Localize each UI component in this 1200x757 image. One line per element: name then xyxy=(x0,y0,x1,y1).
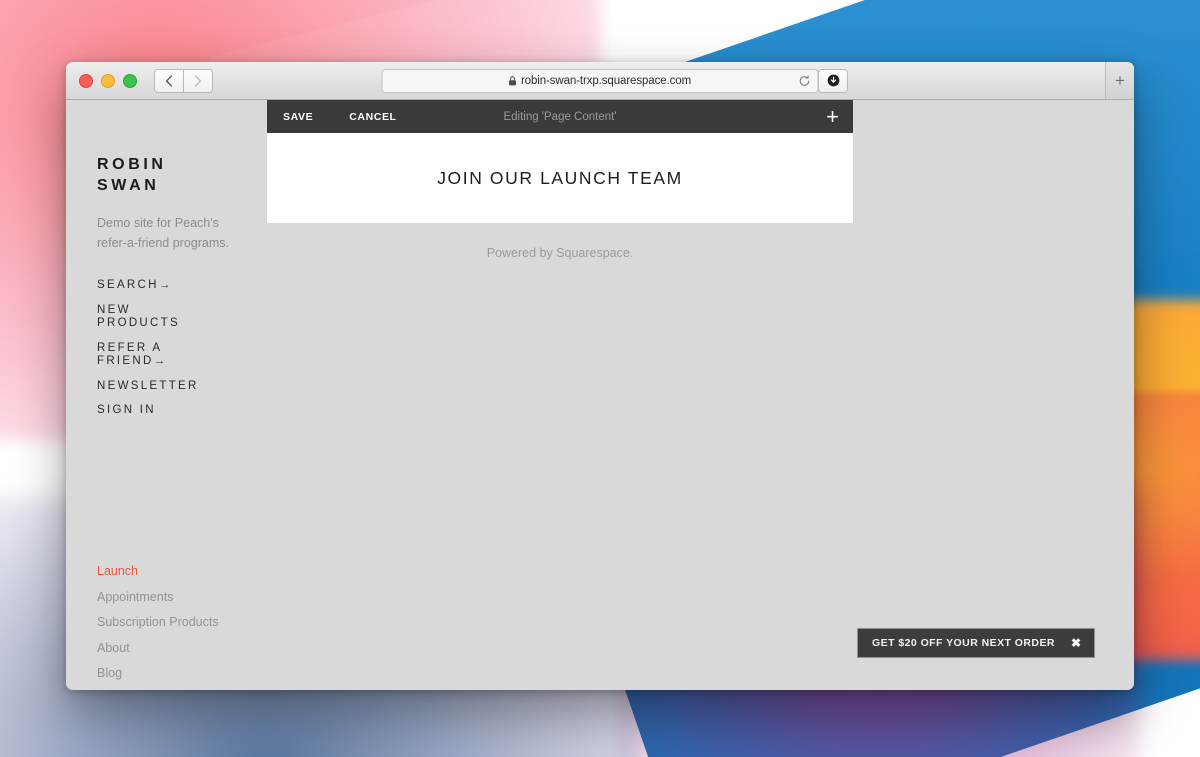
site-navigation: SEARCH→ NEW PRODUCTS REFER A FRIEND→ NEW… xyxy=(97,279,267,418)
address-bar[interactable]: robin-swan-trxp.squarespace.com xyxy=(381,68,819,93)
close-window-button[interactable] xyxy=(79,73,93,88)
nav-item-label: SEARCH xyxy=(97,278,159,291)
nav-item-label: SIGN IN xyxy=(97,404,156,417)
download-icon xyxy=(827,74,839,87)
chevron-left-icon xyxy=(165,74,173,87)
promo-bar[interactable]: GET $20 OFF YOUR NEXT ORDER ✖ xyxy=(857,628,1095,658)
new-tab-button[interactable]: + xyxy=(1105,62,1134,99)
browser-window: robin-swan-trxp.squarespace.com + ROBIN … xyxy=(66,62,1134,690)
promo-text: GET $20 OFF YOUR NEXT ORDER xyxy=(872,637,1055,649)
page-item-blog[interactable]: Blog xyxy=(97,666,219,681)
lock-icon xyxy=(509,75,517,86)
page-item-launch[interactable]: Launch xyxy=(97,564,219,579)
site-title[interactable]: ROBIN SWAN xyxy=(97,154,267,196)
powered-by-label: Powered by Squarespace. xyxy=(486,246,634,260)
add-block-button[interactable]: + xyxy=(826,105,839,128)
site-tagline: Demo site for Peach's refer-a-friend pro… xyxy=(97,216,229,250)
page-content-card[interactable]: JOIN OUR LAUNCH TEAM xyxy=(267,133,853,223)
desktop-wallpaper: robin-swan-trxp.squarespace.com + ROBIN … xyxy=(0,0,1200,757)
address-bar-url: robin-swan-trxp.squarespace.com xyxy=(520,74,692,87)
page-heading: JOIN OUR LAUNCH TEAM xyxy=(437,167,683,188)
site-title-line-2: SWAN xyxy=(97,177,160,195)
site-title-line-1: ROBIN xyxy=(97,156,167,173)
navigation-buttons xyxy=(154,68,213,93)
window-controls xyxy=(79,73,137,88)
nav-item-new-products[interactable]: NEW PRODUCTS xyxy=(97,304,217,331)
reload-icon[interactable] xyxy=(799,74,811,87)
browser-toolbar: robin-swan-trxp.squarespace.com + xyxy=(66,62,1134,100)
forward-button[interactable] xyxy=(184,68,213,93)
nav-item-newsletter[interactable]: NEWSLETTER xyxy=(97,380,217,394)
cancel-button[interactable]: CANCEL xyxy=(349,111,396,123)
back-button[interactable] xyxy=(154,68,184,93)
close-icon[interactable]: ✖ xyxy=(1071,637,1081,649)
save-button[interactable]: SAVE xyxy=(283,111,313,123)
page-item-appointments[interactable]: Appointments xyxy=(97,590,219,605)
site-sidebar: ROBIN SWAN Demo site for Peach's refer-a… xyxy=(66,100,267,690)
page-item-about[interactable]: About xyxy=(97,641,219,656)
page-list: Launch Appointments Subscription Product… xyxy=(97,564,219,690)
nav-item-label: REFER A FRIEND xyxy=(97,341,162,368)
arrow-right-icon: → xyxy=(153,355,166,368)
address-bar-container: robin-swan-trxp.squarespace.com xyxy=(381,68,819,93)
chevron-right-icon xyxy=(194,74,202,87)
arrow-right-icon: → xyxy=(158,278,171,291)
nav-item-search[interactable]: SEARCH→ xyxy=(97,279,217,293)
nav-item-label: NEW PRODUCTS xyxy=(97,303,180,330)
zoom-window-button[interactable] xyxy=(123,73,137,88)
minimize-window-button[interactable] xyxy=(101,73,115,88)
nav-item-sign-in[interactable]: SIGN IN xyxy=(97,404,217,418)
nav-item-refer-a-friend[interactable]: REFER A FRIEND→ xyxy=(97,342,217,369)
downloads-button[interactable] xyxy=(818,68,848,93)
editor-toolbar: SAVE CANCEL Editing 'Page Content' + xyxy=(267,100,853,133)
nav-item-label: NEWSLETTER xyxy=(97,379,199,392)
page-viewport: ROBIN SWAN Demo site for Peach's refer-a… xyxy=(66,100,1134,690)
site-main-column: SAVE CANCEL Editing 'Page Content' + JOI… xyxy=(267,100,1134,690)
page-item-subscription-products[interactable]: Subscription Products xyxy=(97,615,219,630)
